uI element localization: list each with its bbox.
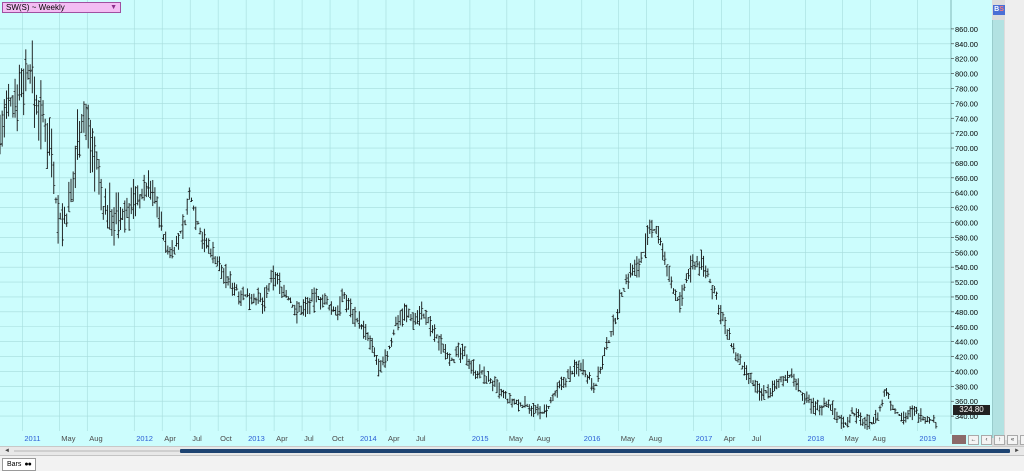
scroll-thumb[interactable] <box>180 449 1010 453</box>
side-panel <box>1005 0 1024 440</box>
y-tick-label: 380.00 <box>955 382 978 391</box>
y-tick-label: 820.00 <box>955 55 978 64</box>
y-tick-label: 460.00 <box>955 323 978 332</box>
y-tick-label: 440.00 <box>955 338 978 347</box>
bottom-tab-bar: Bars ●● <box>0 455 1024 471</box>
x-tick-label: 2018 <box>808 434 825 443</box>
chevron-down-icon[interactable]: ▼ <box>110 3 117 12</box>
y-tick-label: 760.00 <box>955 99 978 108</box>
nav-button-prev[interactable]: ‹ <box>981 435 992 445</box>
chart-nav-buttons: ← ‹ ↑ « » … <box>968 435 1024 445</box>
x-tick-label: May <box>621 434 635 443</box>
y-tick-label: 660.00 <box>955 174 978 183</box>
link-icon: ●● <box>24 461 32 468</box>
y-tick-label: 540.00 <box>955 263 978 272</box>
nav-button-first[interactable]: ← <box>968 435 979 445</box>
x-tick-label: Oct <box>220 434 233 443</box>
symbol-title-text: SW(S) ~ Weekly <box>6 3 65 12</box>
x-tick-label: Aug <box>89 434 102 443</box>
x-tick-label: Jul <box>752 434 762 443</box>
plot-area[interactable] <box>0 0 992 446</box>
symbol-title[interactable]: SW(S) ~ Weekly ▼ <box>2 2 121 13</box>
tab-bars-label: Bars <box>7 461 22 468</box>
x-tick-label: Aug <box>649 434 662 443</box>
x-tick-label: 2013 <box>248 434 265 443</box>
last-price-marker: 324.80 <box>953 405 990 415</box>
x-tick-label: Apr <box>276 434 288 443</box>
x-tick-label: May <box>844 434 858 443</box>
x-tick-label: 2019 <box>919 434 936 443</box>
x-tick-label: 2017 <box>696 434 713 443</box>
y-tick-label: 640.00 <box>955 189 978 198</box>
sell-letter: S <box>999 6 1004 13</box>
y-tick-label: 860.00 <box>955 25 978 34</box>
y-tick-label: 680.00 <box>955 159 978 168</box>
x-tick-label: Apr <box>164 434 176 443</box>
nav-button-up[interactable]: ↑ <box>994 435 1005 445</box>
price-chart[interactable]: 340.00360.00380.00400.00420.00440.00460.… <box>0 0 1024 446</box>
x-tick-label: Aug <box>537 434 550 443</box>
tab-bars[interactable]: Bars ●● <box>2 458 36 471</box>
x-tick-label: May <box>509 434 523 443</box>
scroll-left-icon[interactable]: ◄ <box>2 447 12 455</box>
right-vertical-scroll[interactable] <box>992 20 1004 438</box>
y-tick-label: 480.00 <box>955 308 978 317</box>
buy-sell-badge[interactable]: BS <box>993 5 1005 15</box>
y-tick-label: 720.00 <box>955 129 978 138</box>
y-tick-label: 620.00 <box>955 204 978 213</box>
nav-button-forward[interactable]: » <box>1020 435 1024 445</box>
x-tick-label: 2016 <box>584 434 601 443</box>
y-tick-label: 600.00 <box>955 219 978 228</box>
x-tick-label: 2014 <box>360 434 377 443</box>
x-tick-label: Apr <box>388 434 400 443</box>
x-tick-label: 2012 <box>136 434 153 443</box>
y-tick-label: 580.00 <box>955 233 978 242</box>
nav-button-back[interactable]: « <box>1007 435 1018 445</box>
x-tick-label: Aug <box>872 434 885 443</box>
y-tick-label: 800.00 <box>955 70 978 79</box>
x-tick-label: Apr <box>724 434 736 443</box>
horizontal-scrollbar[interactable]: ◄ ► <box>0 446 1024 455</box>
y-tick-label: 780.00 <box>955 84 978 93</box>
y-tick-label: 520.00 <box>955 278 978 287</box>
scroll-right-icon[interactable]: ► <box>1012 447 1022 455</box>
x-tick-label: Oct <box>332 434 345 443</box>
x-tick-label: Jul <box>192 434 202 443</box>
x-tick-label: Jul <box>304 434 314 443</box>
y-tick-label: 560.00 <box>955 248 978 257</box>
x-tick-label: 2011 <box>24 434 40 443</box>
y-tick-label: 740.00 <box>955 114 978 123</box>
current-range-marker <box>952 435 966 444</box>
x-tick-label: Jul <box>416 434 426 443</box>
x-tick-label: May <box>61 434 75 443</box>
y-tick-label: 400.00 <box>955 367 978 376</box>
x-tick-label: 2015 <box>472 434 489 443</box>
y-tick-label: 840.00 <box>955 40 978 49</box>
y-tick-label: 500.00 <box>955 293 978 302</box>
y-tick-label: 700.00 <box>955 144 978 153</box>
y-tick-label: 420.00 <box>955 353 978 362</box>
